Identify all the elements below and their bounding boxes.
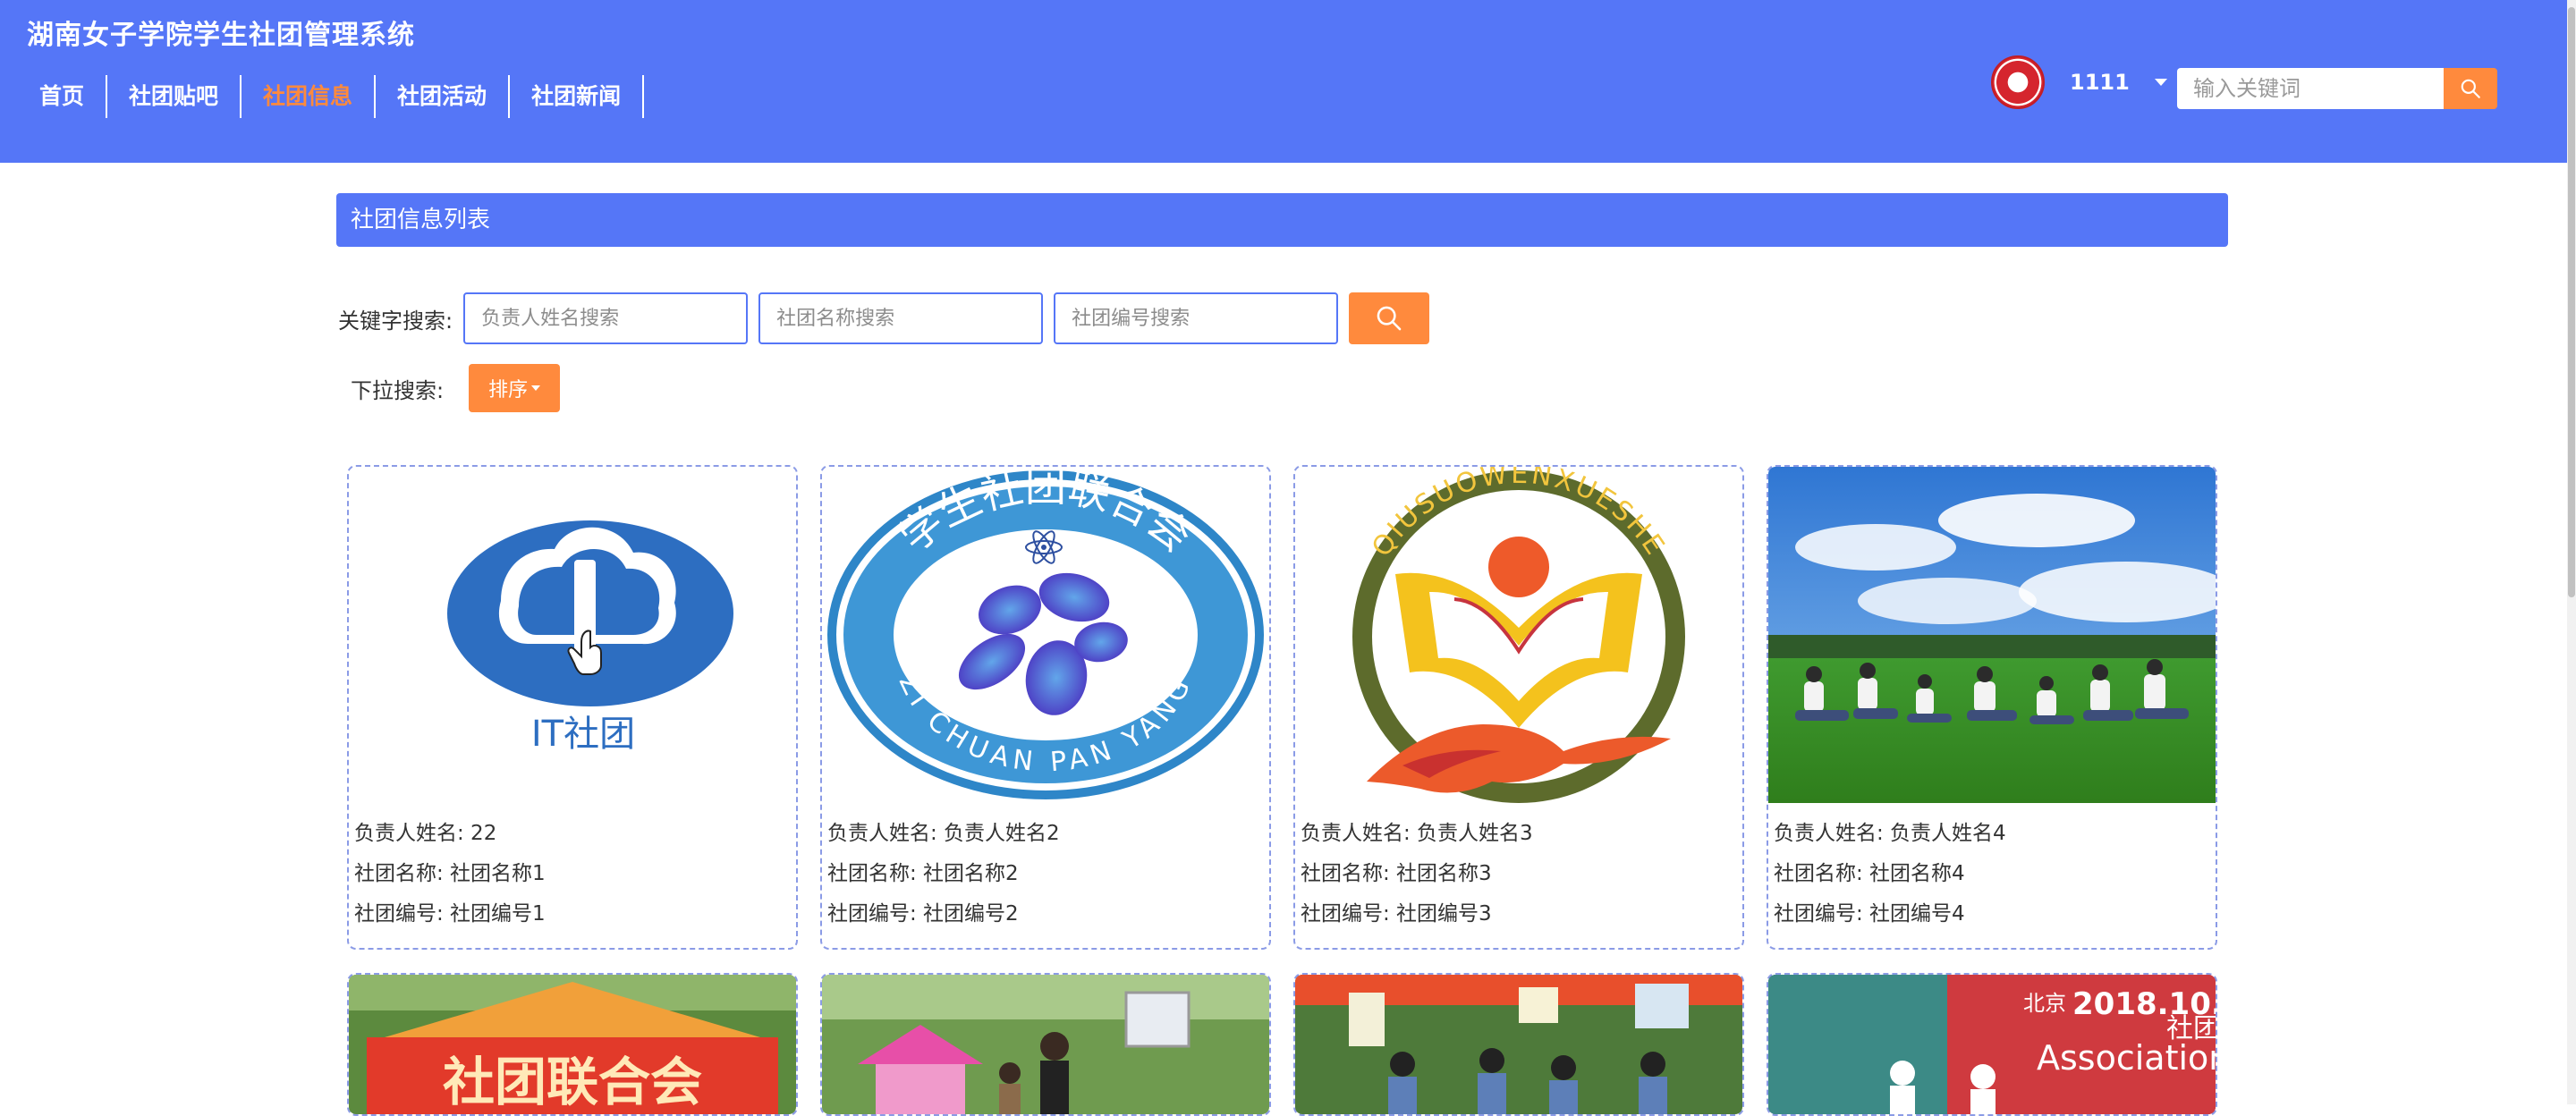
nav-club-forum[interactable]: 社团贴吧 <box>107 75 242 118</box>
keyword-search-row: 关键字搜索: <box>338 292 1430 344</box>
keyword-search-label: 关键字搜索: <box>338 308 453 334</box>
stage-text-association: Association Cu <box>2037 1038 2216 1078</box>
club-id: 社团编号: 社团编号3 <box>1301 902 1492 926</box>
club-image[interactable]: 社团联合会 <box>349 975 796 1114</box>
nav-club-info[interactable]: 社团信息 <box>242 75 377 118</box>
main-nav: 首页 社团贴吧 社团信息 社团活动 社团新闻 <box>23 75 645 118</box>
club-info: 负责人姓名: 负责人姓名4 社团名称: 社团名称4 社团编号: 社团编号4 <box>1774 814 2006 934</box>
avatar[interactable] <box>1991 55 2045 109</box>
search-icon <box>1377 306 1402 331</box>
chevron-down-icon[interactable] <box>2154 79 2167 86</box>
scrollbar-thumb[interactable] <box>2568 7 2575 597</box>
sort-label: 排序 <box>488 379 529 402</box>
stage-text-city: 北京 <box>2023 991 2066 1016</box>
club-card[interactable] <box>820 973 1271 1116</box>
club-id: 社团编号: 社团编号2 <box>827 902 1019 926</box>
performance-stage-photo: 北京 2018.10.5 社团 Association Cu <box>1768 975 2216 1114</box>
page-scrollbar[interactable] <box>2567 0 2576 1104</box>
club-image[interactable] <box>822 975 1269 1114</box>
club-name-search-input[interactable] <box>758 292 1044 344</box>
club-image[interactable] <box>1295 975 1742 1114</box>
nav-home[interactable]: 首页 <box>23 75 108 118</box>
club-card[interactable] <box>1293 973 1744 1116</box>
club-name: 社团名称: 社团名称1 <box>354 862 546 885</box>
club-info: 负责人姓名: 负责人姓名3 社团名称: 社团名称3 社团编号: 社团编号3 <box>1301 814 1533 934</box>
leader-name: 负责人姓名: 22 <box>354 822 497 845</box>
header-search <box>2177 68 2497 109</box>
club-info: 负责人姓名: 负责人姓名2 社团名称: 社团名称2 社团编号: 社团编号2 <box>827 814 1060 934</box>
leader-name-search-input[interactable] <box>463 292 749 344</box>
user-menu[interactable]: 1111 <box>1991 55 2167 109</box>
club-image[interactable]: 学生社团联合会 ZI CHUAN PAN YANG <box>822 467 1269 803</box>
club-card[interactable]: 学生社团联合会 ZI CHUAN PAN YANG 负责人姓名: 负责人姓名2 … <box>820 465 1271 950</box>
outdoor-event-photo <box>822 975 1269 1114</box>
club-card[interactable]: IT社团 负责人姓名: 22 社团名称: 社团名称1 社团编号: 社团编号1 <box>347 465 798 950</box>
club-image[interactable] <box>1768 467 2216 803</box>
caret-down-icon <box>531 385 541 391</box>
club-fair-photo <box>1295 975 1742 1114</box>
section-title: 社团信息列表 <box>336 193 2228 247</box>
club-card[interactable]: 负责人姓名: 负责人姓名4 社团名称: 社团名称4 社团编号: 社团编号4 <box>1767 465 2217 950</box>
club-card[interactable]: QIUSUOWENXUESHE 负责人姓名: 负责人姓名3 社团名称: 社团名称… <box>1293 465 1744 950</box>
site-title: 湖南女子学院学生社团管理系统 <box>27 20 415 51</box>
club-info: 负责人姓名: 22 社团名称: 社团名称1 社团编号: 社团编号1 <box>354 814 546 934</box>
user-name[interactable]: 1111 <box>2070 70 2130 95</box>
top-header: 湖南女子学院学生社团管理系统 首页 社团贴吧 社团信息 社团活动 社团新闻 11… <box>0 0 2567 163</box>
club-card[interactable]: 北京 2018.10.5 社团 Association Cu <box>1767 973 2217 1116</box>
club-id: 社团编号: 社团编号4 <box>1774 902 1965 926</box>
club-id: 社团编号: 社团编号1 <box>354 902 546 926</box>
sort-dropdown-button[interactable]: 排序 <box>469 364 561 412</box>
banner-text: 社团联合会 <box>443 1052 702 1112</box>
club-tent-photo: 社团联合会 <box>349 975 796 1114</box>
club-name: 社团名称: 社团名称2 <box>827 862 1019 885</box>
literature-club-logo: QIUSUOWENXUESHE <box>1295 467 1742 803</box>
dropdown-search-label: 下拉搜索: <box>351 377 445 403</box>
club-image[interactable]: IT社团 <box>349 467 796 803</box>
club-name: 社团名称: 社团名称4 <box>1774 862 1965 885</box>
header-search-input[interactable] <box>2177 68 2444 109</box>
it-club-logo: IT社团 <box>349 467 796 803</box>
student-union-logo: 学生社团联合会 ZI CHUAN PAN YANG <box>822 467 1269 803</box>
leader-name: 负责人姓名: 负责人姓名3 <box>1301 822 1533 845</box>
leader-name: 负责人姓名: 负责人姓名4 <box>1774 822 2006 845</box>
club-image[interactable]: 北京 2018.10.5 社团 Association Cu <box>1768 975 2216 1114</box>
club-image[interactable]: QIUSUOWENXUESHE <box>1295 467 1742 803</box>
search-icon <box>2461 79 2480 98</box>
dropdown-search-row: 下拉搜索: 排序 <box>351 364 561 412</box>
it-club-logo-text: IT社团 <box>531 714 635 755</box>
club-name: 社团名称: 社团名称3 <box>1301 862 1492 885</box>
header-search-button[interactable] <box>2444 68 2497 109</box>
nav-club-activities[interactable]: 社团活动 <box>376 75 511 118</box>
search-button[interactable] <box>1349 292 1430 344</box>
club-id-search-input[interactable] <box>1054 292 1339 344</box>
students-on-lawn-photo <box>1768 467 2216 803</box>
nav-club-news[interactable]: 社团新闻 <box>510 75 645 118</box>
club-card[interactable]: 社团联合会 <box>347 973 798 1116</box>
leader-name: 负责人姓名: 负责人姓名2 <box>827 822 1060 845</box>
